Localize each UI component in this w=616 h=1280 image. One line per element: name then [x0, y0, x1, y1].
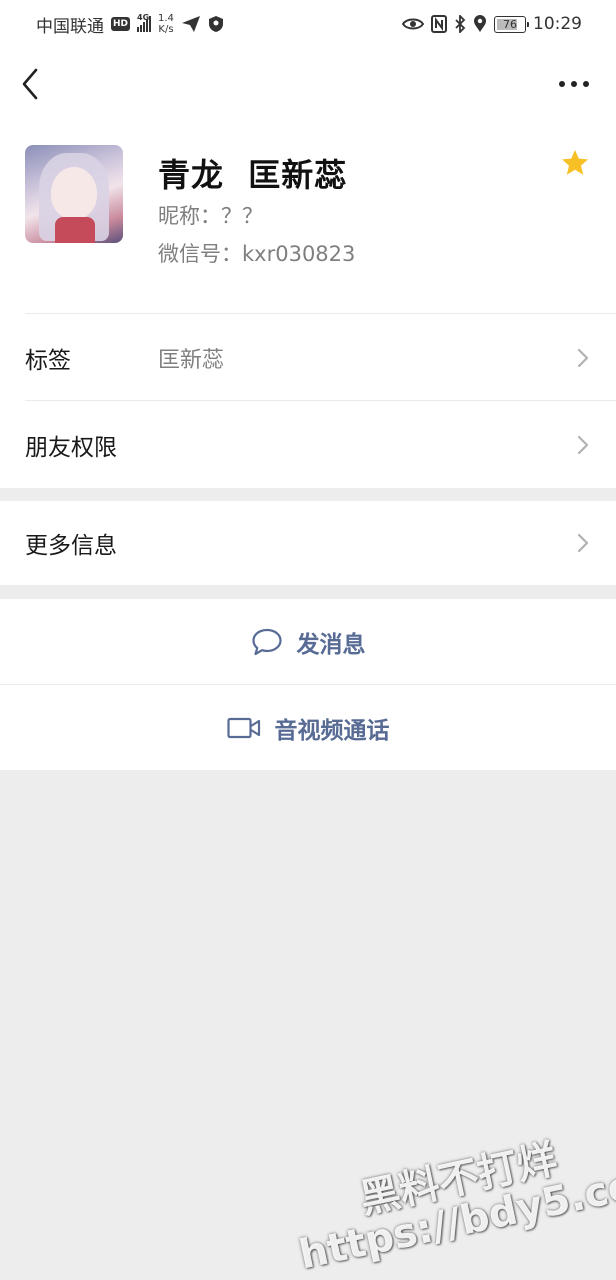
friend-permissions-row[interactable]: 朋友权限 — [0, 401, 616, 488]
shield-user-icon — [208, 16, 223, 32]
chevron-right-icon — [577, 533, 589, 553]
nfc-icon — [431, 15, 447, 33]
contact-remark-name: 青龙 匡新蕊 — [158, 156, 348, 194]
video-call-label: 音视频通话 — [274, 717, 390, 744]
more-options-icon[interactable] — [556, 72, 592, 96]
tags-label: 标签 — [25, 347, 71, 374]
video-call-button[interactable]: 音视频通话 — [0, 685, 616, 770]
status-left: 中国联通 HD 4G 1.4 K/s — [36, 12, 224, 37]
speed-unit: K/s — [158, 24, 174, 35]
tags-value: 匡新蕊 — [158, 347, 225, 373]
location-icon — [474, 15, 486, 32]
contact-nickname: 昵称：？？ — [158, 204, 263, 228]
video-camera-icon — [226, 717, 260, 738]
battery-level: 76 — [503, 17, 517, 31]
avatar[interactable] — [25, 145, 123, 243]
status-bar: 中国联通 HD 4G 1.4 K/s 76 10:29 — [0, 0, 616, 48]
chat-bubble-icon — [251, 628, 282, 655]
nav-bar — [0, 48, 616, 120]
watermark: 黑料不打烊 https://bdy5.co — [287, 1123, 616, 1278]
tags-row[interactable]: 标签 匡新蕊 — [0, 314, 616, 401]
battery-icon: 76 — [494, 15, 529, 33]
more-info-label: 更多信息 — [25, 533, 117, 559]
clock: 10:29 — [533, 14, 582, 34]
carrier-label: 中国联通 — [36, 16, 104, 37]
speed-value: 1.4 — [158, 13, 174, 24]
more-info-row[interactable]: 更多信息 — [0, 501, 616, 585]
eye-icon — [402, 18, 424, 30]
network-speed: 1.4 K/s — [158, 13, 174, 35]
chevron-right-icon — [577, 348, 589, 367]
chevron-right-icon — [577, 435, 589, 454]
friend-permissions-label: 朋友权限 — [25, 434, 117, 461]
contact-wechat-id: 微信号：kxr030823 — [158, 242, 356, 266]
profile-header: 青龙 匡新蕊 昵称：？？ 微信号：kxr030823 — [0, 120, 616, 314]
send-message-label: 发消息 — [296, 631, 366, 658]
back-arrow-icon[interactable] — [18, 66, 46, 102]
send-arrow-icon — [181, 16, 200, 32]
send-message-button[interactable]: 发消息 — [0, 599, 616, 684]
signal-icon: 4G — [137, 13, 152, 32]
network-type: 4G — [137, 13, 150, 22]
hd-badge: HD — [111, 17, 131, 31]
star-icon[interactable] — [560, 148, 590, 178]
bluetooth-icon — [455, 15, 466, 33]
status-right: 76 10:29 — [402, 14, 582, 34]
